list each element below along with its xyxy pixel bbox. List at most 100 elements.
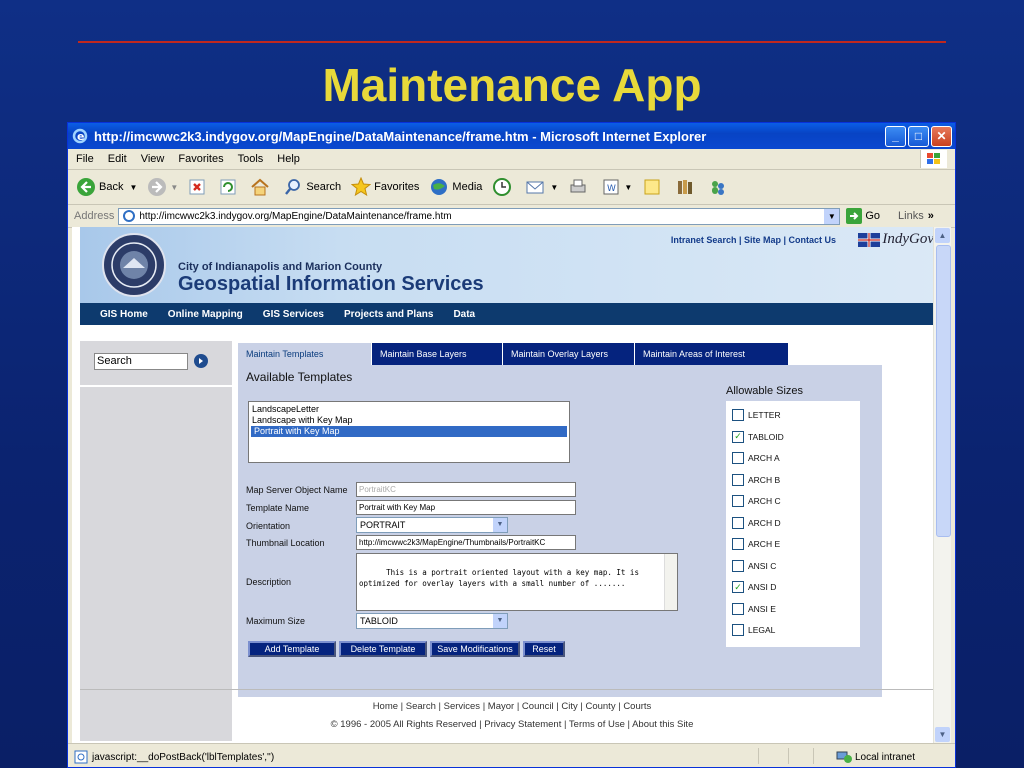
- chevron-down-icon[interactable]: ▼: [493, 614, 507, 628]
- nav-data[interactable]: Data: [453, 309, 475, 320]
- description-textarea[interactable]: This is a portrait oriented layout with …: [356, 553, 678, 611]
- map-server-input[interactable]: PortraitKC: [356, 482, 576, 497]
- page-scrollbar[interactable]: ▲ ▼: [933, 227, 951, 743]
- favorites-button[interactable]: Favorites: [351, 177, 419, 197]
- tab-maintain-base-layers[interactable]: Maintain Base Layers: [372, 343, 503, 365]
- nav-projects-and-plans[interactable]: Projects and Plans: [344, 309, 433, 320]
- back-button[interactable]: Back ▼: [76, 177, 137, 197]
- size-label: LETTER: [748, 410, 781, 420]
- orientation-select[interactable]: PORTRAIT ▼: [356, 517, 508, 533]
- checkbox[interactable]: [732, 495, 744, 507]
- size-option[interactable]: ✓ TABLOID: [732, 430, 784, 443]
- intranet-icon: [836, 751, 852, 763]
- list-item-selected[interactable]: Portrait with Key Map: [251, 426, 567, 437]
- scroll-thumb[interactable]: [936, 245, 951, 537]
- refresh-button[interactable]: [219, 178, 240, 196]
- menu-file[interactable]: File: [76, 153, 94, 165]
- menu-edit[interactable]: Edit: [108, 153, 127, 165]
- mail-button[interactable]: ▼: [525, 178, 558, 196]
- go-label: Go: [865, 210, 881, 222]
- checkbox[interactable]: [732, 624, 744, 636]
- scroll-down-icon[interactable]: ▼: [935, 727, 950, 742]
- checkbox[interactable]: [732, 473, 744, 486]
- checkbox-checked[interactable]: ✓: [732, 430, 744, 443]
- textarea-scrollbar[interactable]: [664, 554, 677, 610]
- search-go-icon[interactable]: [194, 354, 208, 368]
- menu-help[interactable]: Help: [277, 153, 300, 165]
- checkbox[interactable]: [732, 452, 744, 464]
- tab-maintain-areas-of-interest[interactable]: Maintain Areas of Interest: [635, 343, 789, 365]
- discuss-button[interactable]: [642, 177, 665, 197]
- checkbox[interactable]: [732, 409, 744, 421]
- media-button[interactable]: Media: [429, 177, 482, 197]
- close-button[interactable]: ✕: [931, 125, 952, 147]
- messenger-icon: [712, 181, 725, 195]
- size-option[interactable]: ANSI E: [732, 602, 776, 615]
- checkbox-checked[interactable]: ✓: [732, 581, 744, 593]
- add-template-button[interactable]: Add Template: [248, 641, 336, 657]
- tab-maintain-overlay-layers[interactable]: Maintain Overlay Layers: [503, 343, 635, 365]
- indygov-logo[interactable]: IndyGov: [858, 231, 934, 248]
- edit-dropdown-icon[interactable]: ▼: [624, 183, 632, 192]
- menu-tools[interactable]: Tools: [238, 153, 264, 165]
- size-option[interactable]: ✓ ANSI D: [732, 581, 776, 593]
- print-button[interactable]: [568, 177, 591, 197]
- address-dropdown-icon[interactable]: ▼: [824, 208, 840, 224]
- back-dropdown-icon[interactable]: ▼: [129, 183, 137, 192]
- size-option[interactable]: ARCH E: [732, 538, 780, 550]
- nav-gis-services[interactable]: GIS Services: [263, 309, 324, 320]
- back-label: Back: [99, 181, 124, 193]
- list-item[interactable]: LandscapeLetter: [249, 404, 569, 415]
- sidebar-search-input[interactable]: Search: [94, 353, 188, 370]
- save-modifications-button[interactable]: Save Modifications: [430, 641, 520, 657]
- address-input[interactable]: http://imcwwc2k3.indygov.org/MapEngine/D…: [118, 207, 841, 225]
- size-option[interactable]: ARCH C: [732, 495, 781, 507]
- chevron-down-icon[interactable]: ▼: [493, 518, 507, 532]
- title-bar[interactable]: e http://imcwwc2k3.indygov.org/MapEngine…: [68, 123, 955, 149]
- templates-listbox[interactable]: LandscapeLetter Landscape with Key Map P…: [248, 401, 570, 463]
- thumbnail-input[interactable]: http://imcwwc2k3/MapEngine/Thumbnails/Po…: [356, 535, 576, 550]
- size-option[interactable]: ARCH A: [732, 452, 780, 464]
- tab-maintain-templates[interactable]: Maintain Templates: [238, 343, 372, 365]
- toolbar: Back ▼ ▼ Search Favorites Media ▼ W ▼: [68, 170, 955, 205]
- maximize-button[interactable]: □: [908, 125, 929, 147]
- template-name-label: Template Name: [246, 503, 310, 513]
- size-option[interactable]: LEGAL: [732, 624, 775, 636]
- edit-button[interactable]: W ▼: [601, 177, 632, 197]
- menu-view[interactable]: View: [141, 153, 165, 165]
- home-button[interactable]: [250, 177, 273, 197]
- nav-gis-home[interactable]: GIS Home: [100, 309, 148, 320]
- template-name-input[interactable]: Portrait with Key Map: [356, 500, 576, 515]
- search-icon: [285, 179, 301, 195]
- checkbox[interactable]: [732, 602, 744, 615]
- size-option[interactable]: ANSI C: [732, 559, 776, 572]
- footer-links[interactable]: Home | Search | Services | Mayor | Counc…: [72, 701, 936, 712]
- checkbox[interactable]: [732, 538, 744, 550]
- mail-dropdown-icon[interactable]: ▼: [550, 183, 558, 192]
- menu-favorites[interactable]: Favorites: [178, 153, 223, 165]
- size-option[interactable]: ARCH D: [732, 516, 781, 529]
- size-option[interactable]: LETTER: [732, 409, 781, 421]
- checkbox[interactable]: [732, 516, 744, 529]
- delete-template-button[interactable]: Delete Template: [339, 641, 427, 657]
- checkbox[interactable]: [732, 559, 744, 572]
- max-size-select[interactable]: TABLOID ▼: [356, 613, 508, 629]
- messenger-button[interactable]: [708, 177, 731, 197]
- forward-button[interactable]: ▼: [147, 177, 178, 197]
- reset-button[interactable]: Reset: [523, 641, 565, 657]
- chevron-right-icon[interactable]: »: [928, 210, 934, 222]
- minimize-button[interactable]: _: [885, 125, 906, 147]
- scroll-up-icon[interactable]: ▲: [935, 228, 950, 243]
- forward-dropdown-icon[interactable]: ▼: [170, 183, 178, 192]
- links-button[interactable]: Links: [898, 210, 924, 222]
- size-option[interactable]: ARCH B: [732, 473, 780, 486]
- header-links[interactable]: Intranet Search | Site Map | Contact Us: [671, 235, 836, 245]
- nav-online-mapping[interactable]: Online Mapping: [168, 309, 243, 320]
- list-item[interactable]: Landscape with Key Map: [249, 415, 569, 426]
- stop-button[interactable]: [188, 178, 209, 196]
- search-button[interactable]: Search: [283, 177, 341, 197]
- research-button[interactable]: [675, 177, 698, 197]
- go-button[interactable]: Go: [846, 208, 880, 224]
- history-button[interactable]: [492, 177, 515, 197]
- svg-text:W: W: [607, 184, 616, 194]
